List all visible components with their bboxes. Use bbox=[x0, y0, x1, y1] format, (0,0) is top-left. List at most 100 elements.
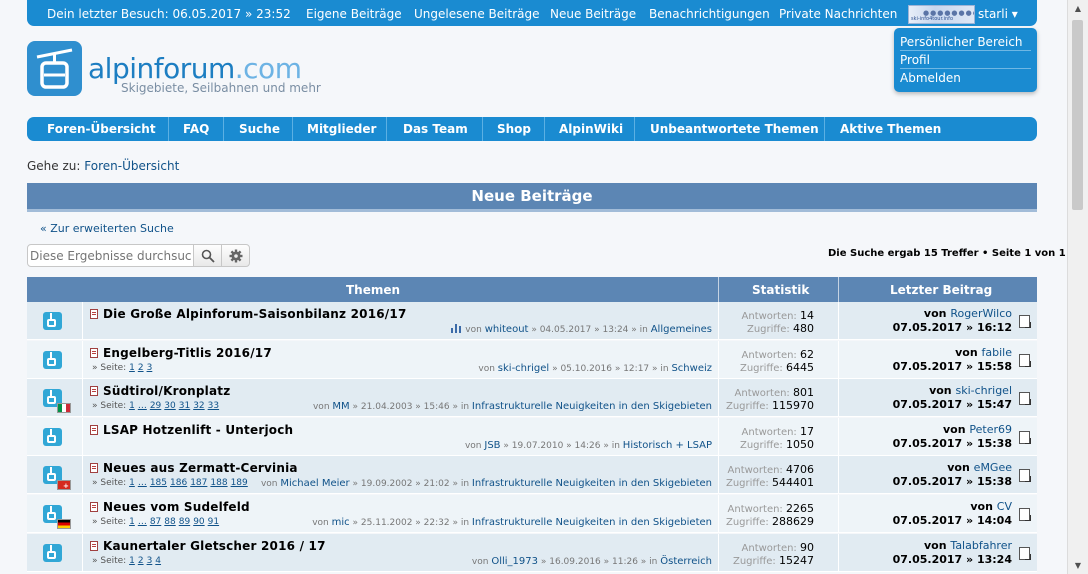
personal-area-link[interactable]: Persönlicher Bereich bbox=[900, 35, 1023, 49]
go-to-last-post-icon[interactable] bbox=[1019, 392, 1031, 405]
page-link[interactable]: 1 bbox=[129, 363, 135, 373]
unread-posts-link[interactable]: Ungelesene Beiträge bbox=[414, 7, 539, 21]
advanced-search-settings-button[interactable] bbox=[221, 244, 250, 267]
topic-forum-link[interactable]: Österreich bbox=[660, 556, 712, 567]
nav-active-topics[interactable]: Aktive Themen bbox=[840, 117, 941, 141]
topic-row[interactable]: Die Große Alpinforum-Saisonbilanz 2016/1… bbox=[27, 302, 1037, 340]
logout-link[interactable]: Abmelden bbox=[900, 71, 961, 85]
topic-title-link[interactable]: Engelberg-Titlis 2016/17 bbox=[103, 346, 272, 360]
go-to-last-post-icon[interactable] bbox=[1019, 469, 1031, 482]
page-link[interactable]: 3 bbox=[147, 556, 153, 566]
page-link[interactable]: 1 bbox=[129, 517, 135, 527]
topic-title-link[interactable]: LSAP Hotzenlift - Unterjoch bbox=[103, 423, 293, 437]
page-link[interactable]: 29 bbox=[150, 401, 161, 411]
topic-forum-link[interactable]: Historisch + LSAP bbox=[623, 440, 712, 451]
topic-author-link[interactable]: whiteout bbox=[485, 324, 529, 335]
topic-author-link[interactable]: mic bbox=[332, 517, 350, 528]
page-link[interactable]: 89 bbox=[179, 517, 190, 527]
topic-author-link[interactable]: MM bbox=[332, 401, 349, 412]
nav-members[interactable]: Mitglieder bbox=[307, 117, 376, 141]
page-link[interactable]: 1 bbox=[129, 556, 135, 566]
vertical-scrollbar[interactable]: ▲ ▼ bbox=[1067, 0, 1088, 574]
scrollbar-thumb[interactable] bbox=[1072, 20, 1083, 210]
page-link[interactable]: 31 bbox=[179, 401, 190, 411]
page-link[interactable]: 88 bbox=[164, 517, 175, 527]
topic-title-link[interactable]: Neues vom Sudelfeld bbox=[103, 500, 250, 514]
topic-author-link[interactable]: Michael Meier bbox=[280, 478, 349, 489]
last-post-user-link[interactable]: RogerWilco bbox=[950, 307, 1012, 320]
page-link[interactable]: 187 bbox=[190, 478, 207, 488]
gondola-logo-icon[interactable] bbox=[27, 41, 82, 96]
newest-post-icon[interactable] bbox=[90, 425, 98, 435]
page-link[interactable]: 90 bbox=[193, 517, 204, 527]
topic-row[interactable]: Südtirol/Kronplatz » Seite: 1… 29 30 31 32 33 v… bbox=[27, 379, 1037, 417]
nav-shop[interactable]: Shop bbox=[497, 117, 531, 141]
go-to-last-post-icon[interactable] bbox=[1019, 354, 1031, 367]
breadcrumb-forum-index-link[interactable]: Foren-Übersicht bbox=[84, 159, 179, 173]
ad-banner[interactable]: ●●●●●●●● ski-info4tour.info bbox=[908, 5, 975, 24]
page-link[interactable]: 32 bbox=[193, 401, 204, 411]
nav-faq[interactable]: FAQ bbox=[183, 117, 209, 141]
page-link[interactable]: 4 bbox=[155, 556, 161, 566]
topic-row[interactable]: Engelberg-Titlis 2016/17 » Seite: 1 2 3 von … bbox=[27, 341, 1037, 379]
topic-title-link[interactable]: Die Große Alpinforum-Saisonbilanz 2016/1… bbox=[103, 307, 407, 321]
topic-title-link[interactable]: Neues aus Zermatt-Cervinia bbox=[103, 461, 298, 475]
topic-forum-link[interactable]: Infrastrukturelle Neuigkeiten in den Ski… bbox=[472, 517, 712, 528]
topic-title-link[interactable]: Südtirol/Kronplatz bbox=[103, 384, 230, 398]
page-link[interactable]: 91 bbox=[208, 517, 219, 527]
page-link[interactable]: 33 bbox=[208, 401, 219, 411]
newest-post-icon[interactable] bbox=[90, 386, 98, 396]
page-link[interactable]: 3 bbox=[147, 363, 153, 373]
page-link[interactable]: 2 bbox=[138, 363, 144, 373]
topic-row[interactable]: + Neues aus Zermatt-Cervinia» Seite: 1… 18… bbox=[27, 456, 1037, 494]
page-link[interactable]: 1 bbox=[129, 478, 135, 488]
last-post-user-link[interactable]: CV bbox=[997, 500, 1012, 513]
go-to-last-post-icon[interactable] bbox=[1019, 315, 1031, 328]
last-post-user-link[interactable]: eMGee bbox=[974, 461, 1012, 474]
page-link[interactable]: 186 bbox=[170, 478, 187, 488]
newest-post-icon[interactable] bbox=[90, 309, 98, 319]
page-link[interactable]: 188 bbox=[210, 478, 227, 488]
page-link[interactable]: 1 bbox=[129, 401, 135, 411]
notifications-link[interactable]: Benachrichtigungen bbox=[649, 7, 770, 21]
topic-row[interactable]: Neues vom Sudelfeld » Seite: 1… 87 88 89 90 91… bbox=[27, 495, 1037, 533]
newest-post-icon[interactable] bbox=[90, 463, 98, 473]
topic-title-link[interactable]: Kaunertaler Gletscher 2016 / 17 bbox=[103, 539, 326, 553]
nav-forum-index[interactable]: Foren-Übersicht bbox=[47, 117, 156, 141]
nav-search[interactable]: Suche bbox=[239, 117, 280, 141]
advanced-search-back-link[interactable]: « Zur erweiterten Suche bbox=[40, 222, 174, 235]
topic-forum-link[interactable]: Schweiz bbox=[671, 363, 712, 374]
private-messages-link[interactable]: Private Nachrichten bbox=[779, 7, 897, 21]
page-link[interactable]: … bbox=[138, 517, 147, 527]
search-results-input[interactable] bbox=[30, 247, 192, 264]
user-menu-toggle[interactable]: starli ▾ bbox=[978, 7, 1018, 21]
newest-post-icon[interactable] bbox=[90, 502, 98, 512]
page-link[interactable]: 185 bbox=[150, 478, 167, 488]
topic-author-link[interactable]: JSB bbox=[484, 440, 500, 451]
page-link[interactable]: … bbox=[138, 478, 147, 488]
page-link[interactable]: … bbox=[138, 401, 147, 411]
last-post-user-link[interactable]: Peter69 bbox=[969, 423, 1012, 436]
topic-row[interactable]: LSAP Hotzenlift - Unterjoch von JSB » 19.… bbox=[27, 418, 1037, 456]
topic-forum-link[interactable]: Infrastrukturelle Neuigkeiten in den Ski… bbox=[472, 401, 712, 412]
last-post-user-link[interactable]: Talabfahrer bbox=[950, 539, 1012, 552]
go-to-last-post-icon[interactable] bbox=[1019, 431, 1031, 444]
topic-forum-link[interactable]: Allgemeines bbox=[651, 324, 712, 335]
last-post-user-link[interactable]: fabile bbox=[982, 346, 1012, 359]
scroll-down-arrow-icon[interactable]: ▼ bbox=[1068, 557, 1088, 574]
page-link[interactable]: 189 bbox=[231, 478, 248, 488]
topic-author-link[interactable]: Olli_1973 bbox=[491, 556, 538, 567]
topic-forum-link[interactable]: Infrastrukturelle Neuigkeiten in den Ski… bbox=[472, 478, 712, 489]
nav-team[interactable]: Das Team bbox=[403, 117, 468, 141]
search-button[interactable] bbox=[193, 244, 222, 267]
page-link[interactable]: 87 bbox=[150, 517, 161, 527]
topic-row[interactable]: Kaunertaler Gletscher 2016 / 17 » Seite: … bbox=[27, 534, 1037, 572]
topic-author-link[interactable]: ski-chrigel bbox=[498, 363, 549, 374]
newest-post-icon[interactable] bbox=[90, 541, 98, 551]
page-link[interactable]: 30 bbox=[164, 401, 175, 411]
go-to-last-post-icon[interactable] bbox=[1019, 547, 1031, 560]
last-post-user-link[interactable]: ski-chrigel bbox=[955, 384, 1012, 397]
profile-link[interactable]: Profil bbox=[900, 53, 930, 67]
newest-post-icon[interactable] bbox=[90, 348, 98, 358]
nav-unanswered-topics[interactable]: Unbeantwortete Themen bbox=[650, 117, 819, 141]
